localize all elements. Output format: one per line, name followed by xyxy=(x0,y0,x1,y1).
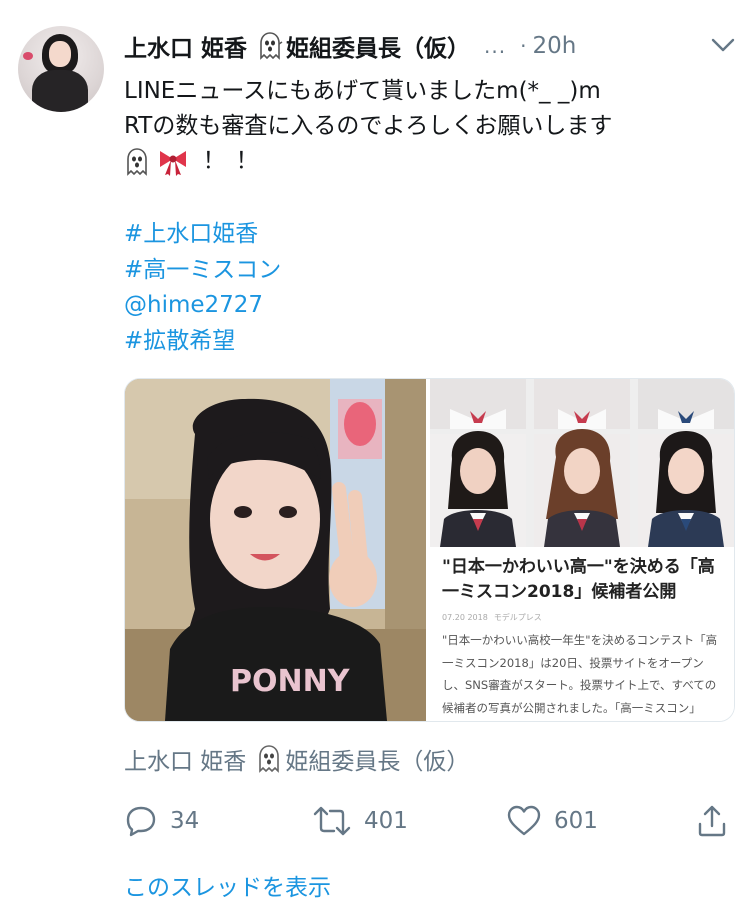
ribbon-icon xyxy=(160,150,187,176)
tweet-text-line-1: LINEニュースにもあげて貰いましたm(*_ _)m xyxy=(124,78,601,104)
article-meta: 07.20 2018 モデルプレス xyxy=(442,612,542,623)
news-article-screenshot[interactable]: "日本一かわいい高一"を決める「高一ミスコン2018」候補者公開 07.20 2… xyxy=(430,379,734,721)
retweet-count: 401 xyxy=(364,808,408,834)
tweet-text-line-2: RTの数も審査に入るのでよろしくお願いします xyxy=(124,113,613,139)
article-source: モデルプレス xyxy=(493,613,542,622)
hashtag-link[interactable]: #高一ミスコン xyxy=(124,253,281,289)
hashtag-link[interactable]: #拡散希望 xyxy=(124,324,281,360)
tweet-header: 上水口 姫香 姫組委員長（仮） ... · 20h xyxy=(124,28,736,64)
selfie-photo[interactable]: PONNY xyxy=(125,379,426,721)
selfie-illustration: PONNY xyxy=(125,379,426,721)
reply-button[interactable]: 34 xyxy=(124,804,199,838)
article-headline: "日本一かわいい高一"を決める「高一ミスコン2018」候補者公開 xyxy=(442,557,715,602)
hashtag-link[interactable]: #上水口姫香 xyxy=(124,217,281,253)
caption-name: 上水口 姫香 xyxy=(124,749,247,775)
retweet-icon xyxy=(313,806,351,836)
tweet-media: PONNY "日本一かわいい高一"を決める「高一ミスコン2018」候補者公開 0… xyxy=(124,378,735,722)
tweet-text-line-3: ！！ xyxy=(124,144,736,179)
avatar-ribbon xyxy=(23,52,33,60)
article-body: "日本一かわいい高校一年生"を決めるコンテスト「高一ミスコン2018」は20日、… xyxy=(442,633,718,715)
heart-icon xyxy=(507,805,541,836)
like-count: 601 xyxy=(554,808,598,834)
avatar-face xyxy=(49,41,71,67)
time-separator: · xyxy=(520,34,527,58)
ghost-icon xyxy=(127,147,147,176)
avatar-body xyxy=(32,70,88,112)
tweet-time[interactable]: 20h xyxy=(532,33,576,59)
like-button[interactable]: 601 xyxy=(506,804,598,838)
retweet-button[interactable]: 401 xyxy=(312,804,408,838)
tweet-actions: 34 401 601 xyxy=(124,804,736,844)
share-button[interactable] xyxy=(696,804,728,838)
share-icon xyxy=(698,805,726,837)
hashtag-list: #上水口姫香 #高一ミスコン @hime2727 #拡散希望 xyxy=(124,217,281,359)
author-avatar[interactable] xyxy=(18,26,104,112)
show-thread-link[interactable]: このスレッドを表示 xyxy=(124,868,331,902)
reply-count: 34 xyxy=(170,808,200,834)
caption-title: 姫組委員長（仮） xyxy=(285,749,470,775)
ghost-icon xyxy=(259,745,280,773)
author-title[interactable]: 姫組委員長（仮） xyxy=(286,29,470,63)
article-date: 07.20 2018 xyxy=(442,613,488,622)
media-caption: 上水口 姫香 姫組委員長（仮） xyxy=(124,742,469,776)
name-ellipsis: ... xyxy=(484,34,507,58)
tweet-text: LINEニュースにもあげて貰いましたm(*_ _)m RTの数も審査に入るのでよ… xyxy=(124,74,736,179)
tweet-text-exclamations: ！！ xyxy=(202,148,269,174)
candidate-photos xyxy=(430,379,734,547)
chevron-down-icon[interactable] xyxy=(710,34,736,56)
mention-link[interactable]: @hime2727 xyxy=(124,288,281,324)
shirt-print: PONNY xyxy=(230,664,351,699)
ghost-icon xyxy=(260,32,283,60)
reply-icon xyxy=(126,806,156,837)
author-name[interactable]: 上水口 姫香 xyxy=(124,29,247,63)
